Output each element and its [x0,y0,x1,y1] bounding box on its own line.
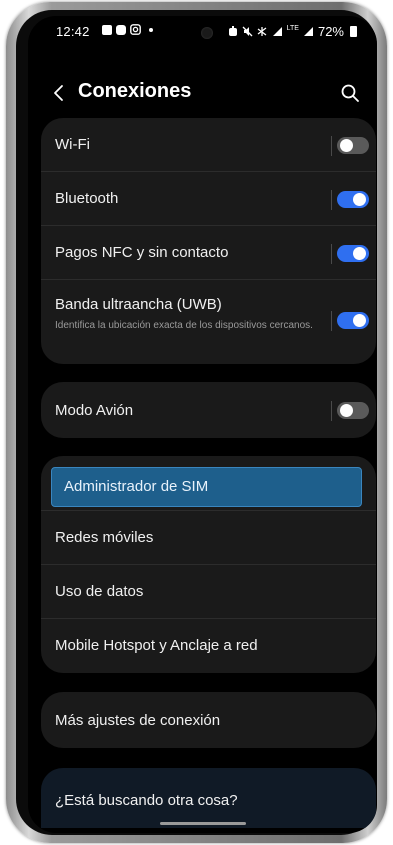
row-label: Más ajustes de conexión [55,712,221,729]
nfc-toggle[interactable] [337,245,369,262]
row-divider [331,311,332,331]
row-divider [331,136,332,156]
network-card: Administrador de SIM Redes móviles Uso d… [41,456,376,673]
phone-screen: 12:42 LTE 72% Conexiones Wi-Fi Bluetooth… [28,16,377,833]
row-bluetooth[interactable]: Bluetooth [41,172,376,226]
status-time: 12:42 [56,24,90,39]
row-divider [331,244,332,264]
gallery-icon [102,24,112,35]
uwb-toggle[interactable] [337,312,369,329]
row-wifi[interactable]: Wi-Fi [41,118,376,172]
more-settings-card: Más ajustes de conexión [41,692,376,748]
toggle-knob [340,139,353,152]
back-icon[interactable] [48,82,70,104]
row-label: Banda ultraancha (UWB) [55,296,222,313]
message-icon [116,24,126,35]
signal-icon [272,27,282,36]
dot-icon [149,27,153,32]
battery-icon [350,26,357,37]
toggle-knob [340,404,353,417]
app-header: Conexiones [28,76,377,116]
row-label: Modo Avión [55,402,134,419]
status-left-icons [102,24,153,35]
toggle-knob [353,247,366,260]
airplane-card: Modo Avión [41,382,376,438]
status-right-icons: LTE 72% [228,24,357,39]
battery-percent: 72% [317,24,344,39]
row-sim-manager[interactable]: Administrador de SIM [41,456,376,511]
search-icon[interactable] [339,82,361,104]
row-hotspot[interactable]: Mobile Hotspot y Anclaje a red [41,619,376,673]
row-airplane-mode[interactable]: Modo Avión [41,382,376,438]
toggle-knob [353,314,366,327]
row-label: Uso de datos [55,583,144,600]
instagram-icon [130,24,141,35]
phone-frame: 12:42 LTE 72% Conexiones Wi-Fi Bluetooth… [6,2,387,843]
mute-icon [242,26,253,37]
search-suggestion-label: ¿Está buscando otra cosa? [55,792,238,809]
home-indicator[interactable] [160,822,246,825]
row-label: Mobile Hotspot y Anclaje a red [55,637,258,654]
bluetooth-icon [257,27,267,36]
row-divider [331,401,332,421]
bluetooth-toggle[interactable] [337,191,369,208]
lte-signal-icon [303,27,313,36]
row-label: Administrador de SIM [64,478,209,495]
row-label: Wi-Fi [55,136,90,153]
row-label: Redes móviles [55,529,154,546]
search-suggestion-card[interactable]: ¿Está buscando otra cosa? [41,768,376,828]
row-data-usage[interactable]: Uso de datos [41,565,376,619]
row-divider [331,190,332,210]
row-description: Identifica la ubicación exacta de los di… [55,320,313,331]
row-mobile-networks[interactable]: Redes móviles [41,511,376,565]
page-title: Conexiones [78,80,192,102]
row-label: Bluetooth [55,190,119,207]
connections-card: Wi-Fi Bluetooth Pagos NFC y sin contacto… [41,118,376,364]
toggle-knob [353,193,366,206]
alarm-icon [228,26,237,36]
row-nfc[interactable]: Pagos NFC y sin contacto [41,226,376,280]
row-label: Pagos NFC y sin contacto [55,244,229,261]
row-uwb[interactable]: Banda ultraancha (UWB) Identifica la ubi… [41,280,376,364]
status-bar: 12:42 LTE 72% [28,16,377,50]
wifi-toggle[interactable] [337,137,369,154]
selection-highlight: Administrador de SIM [51,467,362,507]
front-camera [201,27,213,39]
airplane-toggle[interactable] [337,402,369,419]
lte-indicator: LTE [286,25,299,32]
row-more-settings[interactable]: Más ajustes de conexión [41,692,376,748]
